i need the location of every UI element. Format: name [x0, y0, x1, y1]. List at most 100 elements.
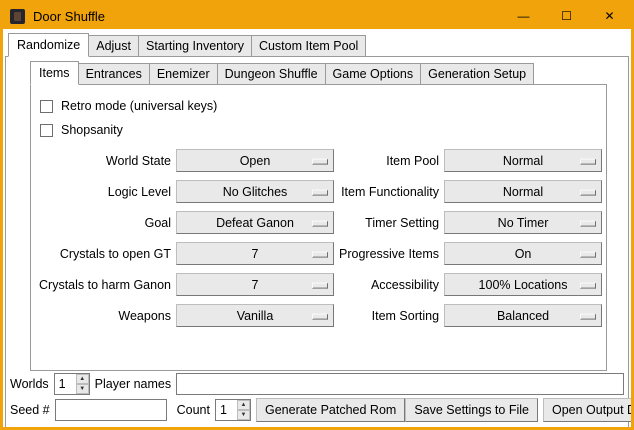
- titlebar[interactable]: Door Shuffle — ☐ ✕: [3, 3, 631, 29]
- items-panel: Retro mode (universal keys) Shopsanity W…: [30, 84, 607, 371]
- dropdown-indicator-icon: [312, 251, 328, 257]
- dropdown-indicator-icon: [580, 313, 596, 319]
- dropdown-weapons[interactable]: Vanilla: [176, 304, 334, 327]
- seed-row: Seed # Count 1 ▲ ▼ Generate Patched Rom …: [10, 397, 624, 423]
- dropdown-indicator-icon: [312, 189, 328, 195]
- option-grid: World State Open Item Pool Normal Logic …: [39, 149, 606, 327]
- dropdown-indicator-icon: [580, 158, 596, 164]
- dropdown-indicator-icon: [312, 282, 328, 288]
- dropdown-indicator-icon: [312, 220, 328, 226]
- dropdown-value: Defeat Ganon: [216, 216, 294, 230]
- worlds-label: Worlds: [10, 377, 49, 391]
- dropdown-item-sorting[interactable]: Balanced: [444, 304, 602, 327]
- dropdown-crystals-harm-ganon[interactable]: 7: [176, 273, 334, 296]
- window-title: Door Shuffle: [33, 9, 105, 24]
- timer-setting-label: Timer Setting: [339, 216, 439, 230]
- tab-adjust[interactable]: Adjust: [88, 35, 139, 57]
- randomize-panel: Items Entrances Enemizer Dungeon Shuffle…: [5, 56, 629, 428]
- retro-mode-label: Retro mode (universal keys): [61, 99, 217, 113]
- shopsanity-checkbox[interactable]: Shopsanity: [40, 118, 606, 142]
- goal-label: Goal: [39, 216, 171, 230]
- worlds-spinner-value: 1: [55, 374, 76, 394]
- tab-dungeon-shuffle[interactable]: Dungeon Shuffle: [217, 63, 326, 85]
- seed-label: Seed #: [10, 403, 50, 417]
- dropdown-value: 7: [252, 278, 259, 292]
- dropdown-value: 7: [252, 247, 259, 261]
- item-sorting-label: Item Sorting: [339, 309, 439, 323]
- footer: Worlds 1 ▲ ▼ Player names Seed #: [6, 371, 628, 427]
- spin-up-icon[interactable]: ▲: [237, 400, 250, 410]
- dropdown-value: On: [515, 247, 532, 261]
- world-state-label: World State: [39, 154, 171, 168]
- sub-tab-bar: Items Entrances Enemizer Dungeon Shuffle…: [6, 57, 628, 85]
- dropdown-logic-level[interactable]: No Glitches: [176, 180, 334, 203]
- dropdown-goal[interactable]: Defeat Ganon: [176, 211, 334, 234]
- accessibility-label: Accessibility: [339, 278, 439, 292]
- worlds-row: Worlds 1 ▲ ▼ Player names: [10, 371, 624, 397]
- item-functionality-label: Item Functionality: [339, 185, 439, 199]
- dropdown-indicator-icon: [580, 189, 596, 195]
- dropdown-accessibility[interactable]: 100% Locations: [444, 273, 602, 296]
- dropdown-value: No Glitches: [223, 185, 288, 199]
- tab-enemizer[interactable]: Enemizer: [149, 63, 218, 85]
- count-label: Count: [177, 403, 210, 417]
- tab-generation-setup[interactable]: Generation Setup: [420, 63, 534, 85]
- item-pool-label: Item Pool: [339, 154, 439, 168]
- worlds-spinner-arrows: ▲ ▼: [76, 374, 89, 394]
- dropdown-progressive-items[interactable]: On: [444, 242, 602, 265]
- shopsanity-checkbox-box[interactable]: [40, 124, 53, 137]
- open-output-directory-button[interactable]: Open Output Directory: [543, 398, 634, 422]
- tab-game-options[interactable]: Game Options: [325, 63, 422, 85]
- crystals-harm-ganon-label: Crystals to harm Ganon: [39, 278, 171, 292]
- spin-up-icon[interactable]: ▲: [76, 374, 89, 384]
- logic-level-label: Logic Level: [39, 185, 171, 199]
- maximize-button[interactable]: ☐: [545, 3, 588, 29]
- player-names-input[interactable]: [176, 373, 624, 395]
- tab-custom-item-pool[interactable]: Custom Item Pool: [251, 35, 366, 57]
- retro-mode-checkbox-box[interactable]: [40, 100, 53, 113]
- dropdown-indicator-icon: [312, 158, 328, 164]
- count-spinner-arrows: ▲ ▼: [237, 400, 250, 420]
- count-spinner-value: 1: [216, 400, 237, 420]
- tab-items[interactable]: Items: [30, 61, 79, 85]
- spin-down-icon[interactable]: ▼: [237, 410, 250, 420]
- close-button[interactable]: ✕: [588, 3, 631, 29]
- dropdown-value: No Timer: [498, 216, 549, 230]
- count-spinner[interactable]: 1 ▲ ▼: [215, 399, 251, 421]
- spin-down-icon[interactable]: ▼: [76, 384, 89, 394]
- progressive-items-label: Progressive Items: [339, 247, 439, 261]
- app-icon[interactable]: [10, 9, 25, 24]
- crystals-open-gt-label: Crystals to open GT: [39, 247, 171, 261]
- save-settings-button[interactable]: Save Settings to File: [405, 398, 538, 422]
- retro-mode-checkbox[interactable]: Retro mode (universal keys): [40, 94, 606, 118]
- dropdown-item-functionality[interactable]: Normal: [444, 180, 602, 203]
- dropdown-timer-setting[interactable]: No Timer: [444, 211, 602, 234]
- main-tab-bar: Randomize Adjust Starting Inventory Cust…: [3, 29, 631, 57]
- dropdown-value: 100% Locations: [479, 278, 568, 292]
- generate-patched-rom-button[interactable]: Generate Patched Rom: [256, 398, 405, 422]
- dropdown-indicator-icon: [580, 220, 596, 226]
- dropdown-world-state[interactable]: Open: [176, 149, 334, 172]
- dropdown-indicator-icon: [580, 282, 596, 288]
- tab-starting-inventory[interactable]: Starting Inventory: [138, 35, 252, 57]
- dropdown-value: Normal: [503, 154, 543, 168]
- player-names-label: Player names: [95, 377, 171, 391]
- seed-input[interactable]: [55, 399, 167, 421]
- window-controls: — ☐ ✕: [502, 3, 631, 29]
- dropdown-value: Balanced: [497, 309, 549, 323]
- dropdown-value: Open: [240, 154, 271, 168]
- weapons-label: Weapons: [39, 309, 171, 323]
- dropdown-indicator-icon: [312, 313, 328, 319]
- tab-entrances[interactable]: Entrances: [78, 63, 150, 85]
- dropdown-item-pool[interactable]: Normal: [444, 149, 602, 172]
- dropdown-value: Normal: [503, 185, 543, 199]
- checkbox-group: Retro mode (universal keys) Shopsanity: [31, 85, 606, 142]
- dropdown-crystals-open-gt[interactable]: 7: [176, 242, 334, 265]
- tab-randomize[interactable]: Randomize: [8, 33, 89, 57]
- app-window: Door Shuffle — ☐ ✕ Randomize Adjust Star…: [0, 0, 634, 430]
- shopsanity-label: Shopsanity: [61, 123, 123, 137]
- dropdown-indicator-icon: [580, 251, 596, 257]
- dropdown-value: Vanilla: [237, 309, 274, 323]
- worlds-spinner[interactable]: 1 ▲ ▼: [54, 373, 90, 395]
- minimize-button[interactable]: —: [502, 3, 545, 29]
